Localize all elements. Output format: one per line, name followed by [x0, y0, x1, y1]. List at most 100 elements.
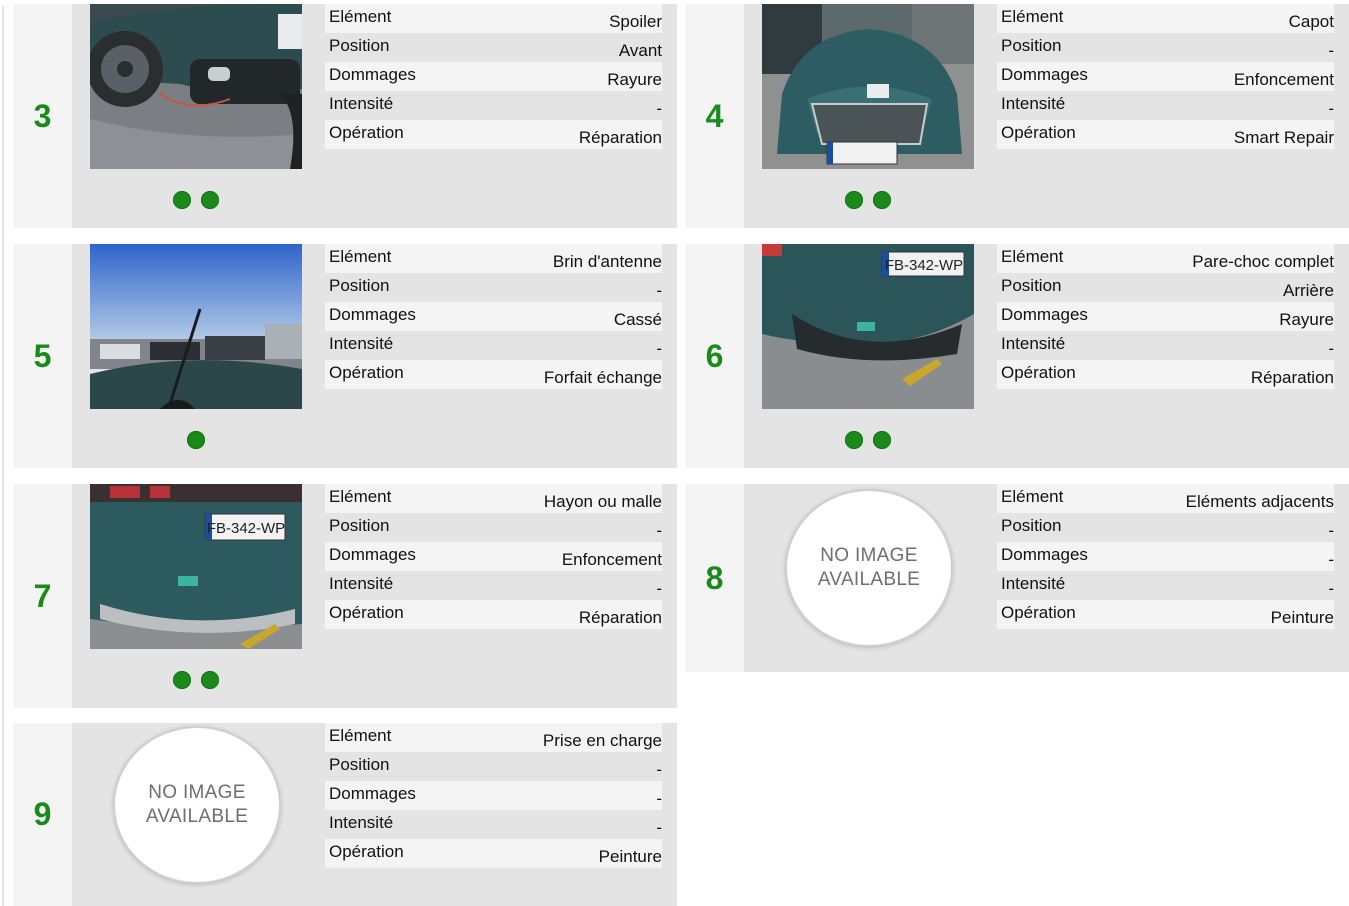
photo-dot[interactable] — [845, 431, 863, 449]
detail-row-element: Elément Prise en charge — [325, 723, 662, 752]
no-image-line1: NO IMAGE — [820, 545, 918, 566]
detail-value: - — [656, 789, 662, 808]
detail-row-intensite: Intensité - — [997, 571, 1334, 600]
detail-label: Dommages — [329, 65, 416, 84]
photo-pager — [90, 191, 302, 209]
detail-row-intensite: Intensité - — [997, 331, 1334, 360]
detail-label: Opération — [329, 842, 404, 861]
detail-value: Smart Repair — [1233, 128, 1334, 147]
detail-value: Hayon ou malle — [543, 492, 662, 511]
damage-photo[interactable] — [90, 244, 302, 409]
detail-row-position: Position - — [325, 752, 662, 781]
detail-value: - — [656, 579, 662, 598]
license-plate: FB-342-WP — [885, 257, 963, 274]
detail-label: Dommages — [329, 305, 416, 324]
detail-value: - — [1328, 521, 1334, 540]
detail-row-position: Position - — [325, 513, 662, 542]
damage-photo[interactable] — [90, 4, 302, 169]
detail-row-position: Position - — [325, 273, 662, 302]
detail-row-dommages: Dommages - — [997, 542, 1334, 571]
detail-value: - — [1328, 550, 1334, 569]
detail-row-position: Position Avant — [325, 33, 662, 62]
detail-label: Dommages — [1001, 545, 1088, 564]
damage-card-8: 8 NO IMAGE AVAILABLE Elément Eléments adj… — [685, 484, 1349, 672]
damage-photo[interactable]: FB-342-WP — [762, 244, 974, 409]
detail-value: Réparation — [578, 608, 662, 627]
photo-dot[interactable] — [873, 431, 891, 449]
detail-label: Elément — [1001, 7, 1064, 26]
detail-value: - — [656, 818, 662, 837]
photo-dot[interactable] — [173, 191, 191, 209]
detail-value: - — [656, 281, 662, 300]
detail-row-dommages: Dommages Rayure — [325, 62, 662, 91]
detail-row-operation: Opération Peinture — [997, 600, 1334, 629]
detail-label: Intensité — [329, 574, 394, 593]
detail-row-operation: Opération Réparation — [325, 120, 662, 149]
photo-dot[interactable] — [187, 431, 205, 449]
damage-card-4: 4 Elément Capot Position - Dommages Enfo… — [685, 4, 1349, 228]
detail-label: Opération — [329, 603, 404, 622]
detail-value: Spoiler — [609, 12, 662, 31]
detail-label: Opération — [1001, 363, 1076, 382]
damage-details: Elément Spoiler Position Avant Dommages Ray… — [325, 4, 662, 149]
no-image-line2: AVAILABLE — [145, 806, 249, 827]
no-image-placeholder: NO IMAGE AVAILABLE — [113, 726, 281, 884]
detail-row-operation: Opération Forfait échange — [325, 360, 662, 389]
detail-label: Intensité — [1001, 334, 1066, 353]
damage-details: Elément Hayon ou malle Position - Dommages… — [325, 484, 662, 629]
item-number-cell: 5 — [13, 244, 72, 468]
detail-label: Dommages — [329, 784, 416, 803]
no-image-placeholder: NO IMAGE AVAILABLE — [785, 489, 953, 647]
detail-value: Réparation — [1250, 368, 1334, 387]
detail-label: Intensité — [329, 813, 394, 832]
detail-value: Eléments adjacents — [1185, 492, 1334, 511]
photo-dot[interactable] — [201, 191, 219, 209]
photo-pager — [90, 671, 302, 689]
item-number-cell: 7 — [13, 484, 72, 708]
detail-row-operation: Opération Peinture — [325, 839, 662, 868]
detail-row-position: Position Arrière — [997, 273, 1334, 302]
detail-value: Arrière — [1282, 281, 1334, 300]
damage-details: Elément Prise en charge Position - Dommage… — [325, 723, 662, 868]
detail-value: Prise en charge — [542, 731, 662, 750]
photo-pager — [762, 431, 974, 449]
detail-value: Cassé — [613, 310, 662, 329]
detail-value: Rayure — [607, 70, 662, 89]
item-number-cell: 4 — [685, 4, 744, 228]
detail-label: Position — [1001, 276, 1062, 295]
detail-row-position: Position - — [997, 513, 1334, 542]
detail-value: Enfoncement — [561, 550, 662, 569]
damage-card-7: 7 FB-342-WP Elément Hayon ou malle Posit… — [13, 484, 677, 708]
item-number: 6 — [705, 337, 724, 374]
item-number: 7 — [33, 577, 52, 614]
detail-label: Position — [329, 516, 390, 535]
detail-label: Position — [329, 276, 390, 295]
item-number-cell: 8 — [685, 484, 744, 672]
detail-label: Position — [1001, 516, 1062, 535]
detail-row-element: Elément Pare-choc complet — [997, 244, 1334, 273]
item-number-cell: 9 — [13, 723, 72, 906]
photo-dot[interactable] — [845, 191, 863, 209]
left-border — [2, 6, 4, 906]
damage-card-6: 6 FB-342-WP Elément Pare-choc complet Pos… — [685, 244, 1349, 468]
detail-row-intensite: Intensité - — [325, 810, 662, 839]
detail-row-dommages: Dommages Rayure — [997, 302, 1334, 331]
detail-value: Pare-choc complet — [1192, 252, 1334, 271]
detail-row-dommages: Dommages - — [325, 781, 662, 810]
damage-details: Elément Brin d'antenne Position - Dommages… — [325, 244, 662, 389]
detail-row-operation: Opération Smart Repair — [997, 120, 1334, 149]
detail-label: Position — [329, 36, 390, 55]
damage-photo[interactable]: FB-342-WP — [90, 484, 302, 649]
photo-dot[interactable] — [201, 671, 219, 689]
damage-photo[interactable] — [762, 4, 974, 169]
photo-dot[interactable] — [873, 191, 891, 209]
detail-value: - — [656, 99, 662, 118]
detail-row-element: Elément Capot — [997, 4, 1334, 33]
detail-row-intensite: Intensité - — [325, 331, 662, 360]
detail-label: Elément — [329, 247, 392, 266]
detail-value: - — [1328, 579, 1334, 598]
detail-value: - — [656, 760, 662, 779]
detail-label: Elément — [329, 726, 392, 745]
item-number: 5 — [33, 337, 52, 374]
photo-dot[interactable] — [173, 671, 191, 689]
